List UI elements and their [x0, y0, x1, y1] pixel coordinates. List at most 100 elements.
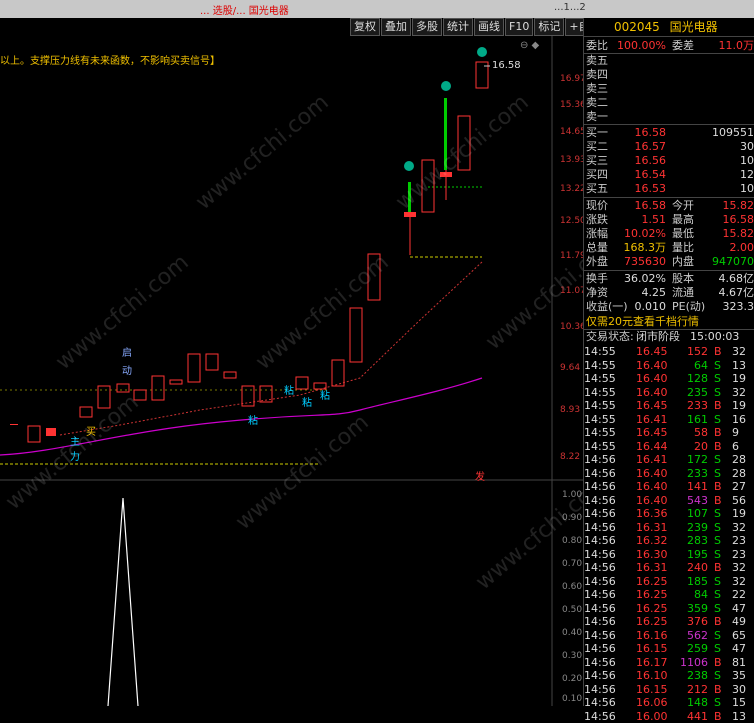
tick-side: B	[714, 615, 722, 628]
tick-side: S	[714, 358, 721, 372]
price-axis-label: 15.36	[560, 100, 586, 110]
tick-side: B	[714, 709, 722, 723]
tick-time: 14:56	[584, 453, 616, 466]
tick-count: 19	[732, 372, 746, 385]
tick-volume: 107	[687, 507, 708, 520]
tick-row: 14:55 16.40 235 S 32	[584, 386, 754, 399]
volume-axis-label: 0.10	[562, 694, 583, 704]
tick-side: S	[714, 642, 721, 655]
tick-volume: 562	[687, 628, 708, 642]
tick-price: 16.36	[636, 507, 668, 520]
tick-count: 15	[732, 696, 746, 709]
tick-volume: 240	[687, 561, 708, 574]
title-bar-right: ...1...2	[554, 2, 586, 13]
tick-row: 14:55 16.45 58 B 9	[584, 426, 754, 439]
tick-count: 13	[732, 358, 746, 372]
tick-side: S	[714, 385, 721, 399]
stat-row: 涨跌 1.51 最高 16.58	[586, 213, 754, 226]
annotation-fa: 发	[475, 472, 485, 483]
price-axis-label: 9.64	[560, 363, 581, 373]
annotation-nian-2: 粘	[284, 386, 294, 397]
last-price-label: 16.58	[492, 60, 521, 71]
tick-count: 56	[732, 493, 746, 507]
tick-side: B	[714, 655, 722, 669]
tick-count: 65	[732, 628, 746, 642]
tick-price: 16.41	[636, 412, 668, 426]
tick-volume: 238	[687, 669, 708, 682]
tick-time: 14:55	[584, 358, 616, 372]
tick-count: 23	[732, 534, 746, 547]
volume-axis-label: 0.20	[562, 674, 583, 684]
window-title: ... 选股/... 国光电器	[200, 6, 289, 17]
tick-side: S	[714, 372, 721, 385]
tick-price: 16.10	[636, 669, 668, 682]
price-axis-label: 8.22	[560, 452, 581, 462]
buy-level-4: 买四 16.54 12	[586, 168, 754, 181]
tick-volume: 195	[687, 547, 708, 561]
tick-count: 13	[732, 709, 746, 723]
tick-side: S	[714, 547, 721, 561]
tick-row: 14:56 16.25 185 S 32	[584, 575, 754, 588]
tick-volume: 283	[687, 534, 708, 547]
tick-volume: 233	[687, 466, 708, 480]
tick-time: 14:55	[584, 385, 616, 399]
tick-price: 16.25	[636, 588, 668, 601]
tick-volume: 235	[687, 385, 708, 399]
tick-price: 16.40	[636, 493, 668, 507]
tick-time: 14:56	[584, 628, 616, 642]
tick-time: 14:56	[584, 696, 616, 709]
price-axis-label: 14.65	[560, 127, 586, 137]
tick-volume: 543	[687, 493, 708, 507]
tick-volume: 259	[687, 642, 708, 655]
buy-level-5: 买五 16.53 10	[586, 182, 754, 195]
tick-volume: 441	[687, 709, 708, 723]
tick-row: 14:55 16.41 161 S 16	[584, 413, 754, 426]
tick-row: 14:56 16.25 376 B 49	[584, 615, 754, 628]
stock-name: 国光电器	[669, 20, 718, 34]
tick-time: 14:56	[584, 561, 616, 574]
tick-price: 16.25	[636, 615, 668, 628]
annotation-qi: 启	[122, 348, 132, 359]
tick-price: 16.25	[636, 601, 668, 615]
tick-time: 14:56	[584, 682, 616, 696]
tick-count: 32	[732, 385, 746, 399]
tick-side: B	[714, 561, 722, 574]
tick-volume: 58	[694, 426, 708, 439]
price-axis-label: 16.97	[560, 74, 586, 84]
volume-axis-label: 0.70	[562, 559, 583, 569]
sell-level-1: 卖一	[586, 110, 608, 123]
sell-level-4: 卖四	[586, 68, 608, 81]
tick-price: 16.15	[636, 682, 668, 696]
tick-count: 47	[732, 642, 746, 655]
tick-time: 14:56	[584, 520, 616, 534]
tick-volume: 152	[687, 345, 708, 358]
tick-time: 14:55	[584, 412, 616, 426]
tick-price: 16.40	[636, 372, 668, 385]
sell-level-5: 卖五	[586, 54, 608, 67]
tick-volume: 212	[687, 682, 708, 696]
tick-side: S	[714, 507, 721, 520]
tick-time: 14:55	[584, 426, 616, 439]
tick-count: 22	[732, 588, 746, 601]
tick-row: 14:56 16.16 562 S 65	[584, 629, 754, 642]
tick-volume: 233	[687, 399, 708, 412]
buy-level-1: 买一 16.58 109551	[586, 126, 754, 139]
trade-status: 闭市阶段	[636, 330, 680, 343]
tick-count: 81	[732, 655, 746, 669]
annotation-nian-4: 粘	[320, 391, 330, 402]
tick-side: S	[714, 466, 721, 480]
tick-side: B	[714, 682, 722, 696]
tick-side: B	[714, 399, 722, 412]
tick-time: 14:56	[584, 466, 616, 480]
tick-time: 14:55	[584, 345, 616, 358]
price-axis-label: 10.36	[560, 322, 586, 332]
tick-price: 16.30	[636, 547, 668, 561]
tick-time: 14:56	[584, 709, 616, 723]
sell-level-3: 卖三	[586, 82, 608, 95]
tick-side: B	[714, 426, 722, 439]
tick-row: 14:56 16.25 359 S 47	[584, 602, 754, 615]
tick-row: 14:56 16.10 238 S 35	[584, 669, 754, 682]
tick-count: 6	[732, 439, 739, 453]
promo-link[interactable]: 仅需20元查看千档行情	[584, 315, 754, 328]
tick-count: 47	[732, 601, 746, 615]
